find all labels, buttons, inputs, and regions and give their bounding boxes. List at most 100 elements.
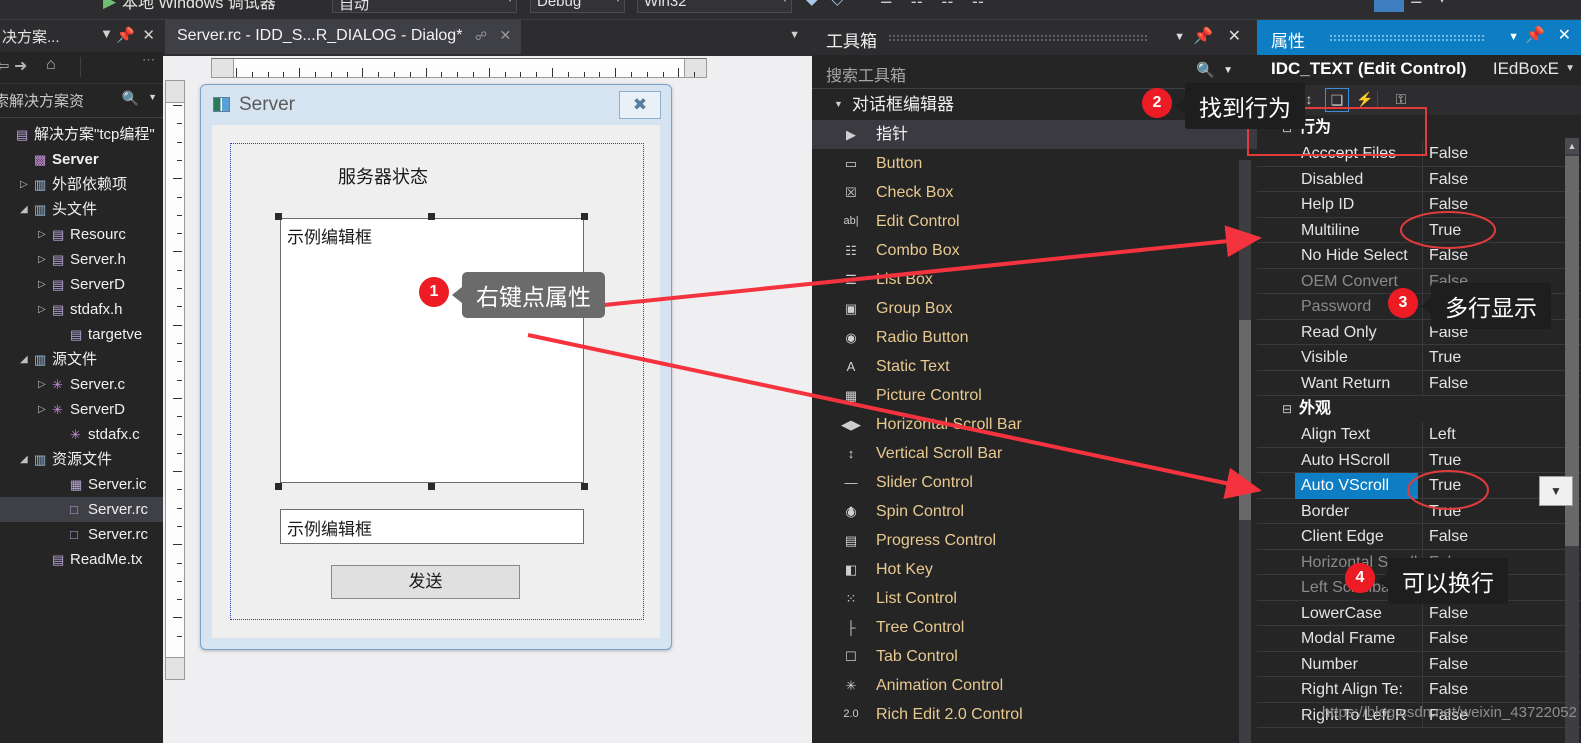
toolbox-item[interactable]: ☷ Combo Box: [812, 236, 1257, 265]
property-row[interactable]: No Hide Select False: [1257, 243, 1581, 269]
property-row[interactable]: Acccept Files False: [1257, 141, 1581, 167]
toolbox-item[interactable]: ab| Edit Control: [812, 207, 1257, 236]
toolbox-item[interactable]: ✳ Animation Control: [812, 671, 1257, 700]
send-button[interactable]: 发送: [331, 565, 520, 599]
property-row[interactable]: Right Align Te: False: [1257, 677, 1581, 703]
resize-handle-top-center[interactable]: [428, 213, 435, 220]
toolbox-item[interactable]: ⁙ List Control: [812, 584, 1257, 613]
platform-combo[interactable]: Win32: [637, 0, 792, 13]
property-row[interactable]: Auto HScroll True: [1257, 447, 1581, 473]
solution-explorer-search[interactable]: 索解决方案资 🔍 ▼: [0, 84, 163, 118]
tree-item[interactable]: ▷ ▤ stdafx.h: [0, 297, 163, 322]
toolbox-item[interactable]: ◉ Radio Button: [812, 323, 1257, 352]
resize-handle-top-left[interactable]: [275, 213, 282, 220]
toolbox-item[interactable]: ☒ Check Box: [812, 178, 1257, 207]
tree-item[interactable]: ▷ ✳ Server.c: [0, 372, 163, 397]
dialog-preview-window[interactable]: Server ✖ 服务器状态 示例编辑框 示例编辑框 发送: [200, 84, 672, 650]
toolbar-icon-group-3[interactable]: ☰▾: [1410, 0, 1462, 7]
toolbox-scrollbar-thumb[interactable]: [1239, 320, 1251, 520]
expander-open-icon[interactable]: ⊟: [1282, 396, 1292, 422]
config-combo[interactable]: 自动: [332, 0, 517, 13]
properties-category[interactable]: ⊟行为: [1257, 115, 1581, 141]
dialog-client-area[interactable]: 服务器状态 示例编辑框 示例编辑框 发送: [212, 125, 660, 638]
tree-item[interactable]: ▦ Server.ic: [0, 472, 163, 497]
multiline-edit-control[interactable]: 示例编辑框: [280, 218, 584, 483]
chevron-down-icon[interactable]: ▼: [789, 29, 800, 41]
toolbox-item[interactable]: ☐ Tab Control: [812, 642, 1257, 671]
tree-item[interactable]: ◢ ▥ 资源文件: [0, 447, 163, 472]
toolbox-item[interactable]: ├ Tree Control: [812, 613, 1257, 642]
resize-handle-bottom-right[interactable]: [581, 483, 588, 490]
chevron-down-icon[interactable]: ▼: [1174, 31, 1185, 43]
property-value[interactable]: True: [1425, 218, 1557, 244]
property-value[interactable]: False: [1425, 677, 1557, 703]
tree-item[interactable]: ▩ Server: [0, 147, 163, 172]
toolbar-icon-group-1[interactable]: ◆◇: [806, 0, 857, 8]
events-lightning-icon[interactable]: ⚡: [1353, 88, 1377, 112]
property-row[interactable]: Border True: [1257, 498, 1581, 525]
expander-closed-icon[interactable]: ▷: [38, 297, 46, 322]
expander-closed-icon[interactable]: ▷: [38, 397, 46, 422]
property-value[interactable]: False: [1425, 167, 1557, 193]
static-text-server-status[interactable]: 服务器状态: [338, 163, 428, 189]
property-row[interactable]: Align Text Left: [1257, 422, 1581, 448]
property-value[interactable]: False: [1425, 141, 1557, 167]
toolbox-item[interactable]: A Static Text: [812, 352, 1257, 381]
expander-closed-icon[interactable]: ▷: [38, 272, 46, 297]
close-icon[interactable]: ✕: [1228, 26, 1241, 46]
pin-icon[interactable]: ☍: [475, 29, 487, 43]
search-input[interactable]: 搜索工具箱: [826, 62, 906, 86]
close-icon[interactable]: ✖: [619, 91, 661, 119]
property-value[interactable]: False: [1425, 626, 1557, 652]
tree-item[interactable]: □ Server.rc: [0, 497, 163, 522]
property-value[interactable]: False: [1425, 601, 1557, 627]
toolbox-item[interactable]: —◉ Slider Control: [812, 468, 1257, 519]
toolbox-item[interactable]: ▣ Group Box: [812, 294, 1257, 323]
close-icon[interactable]: ✕: [1558, 25, 1571, 45]
resize-handle-bottom-center[interactable]: [428, 483, 435, 490]
home-icon[interactable]: ⌂: [46, 56, 56, 74]
chevron-down-icon[interactable]: ▼: [1565, 63, 1575, 74]
expander-closed-icon[interactable]: ▷: [38, 222, 46, 247]
ruler-handle-bottom[interactable]: [166, 657, 184, 679]
property-row[interactable]: Auto VScroll True: [1257, 473, 1581, 499]
property-row[interactable]: Number False: [1257, 651, 1581, 677]
chevron-down-icon[interactable]: ▼: [1223, 65, 1233, 76]
run-debugger-button[interactable]: 本地 Windows 调试器: [122, 0, 276, 13]
tab-server-rc[interactable]: Server.rc - IDD_S...R_DIALOG - Dialog* ☍…: [165, 20, 522, 54]
expander-closed-icon[interactable]: ▷: [20, 172, 28, 197]
toolbox-item[interactable]: ↕ Vertical Scroll Bar: [812, 439, 1257, 468]
property-value[interactable]: False: [1425, 243, 1557, 269]
property-row[interactable]: Visible True: [1257, 345, 1581, 371]
singleline-edit-control[interactable]: 示例编辑框: [280, 509, 584, 544]
toolbox-item[interactable]: 2.0 Rich Edit 2.0 Control: [812, 700, 1257, 729]
toolbox-item[interactable]: ⬍ Spin Control: [812, 497, 1257, 526]
search-input[interactable]: 索解决方案资: [0, 90, 84, 111]
toolbox-item[interactable]: ▤ Progress Control: [812, 526, 1257, 555]
search-icon[interactable]: 🔍: [122, 90, 139, 107]
ruler-handle-left[interactable]: [212, 59, 234, 77]
tree-item[interactable]: ◢ ▥ 源文件: [0, 347, 163, 372]
pin-icon[interactable]: 📌: [1193, 26, 1213, 46]
property-value[interactable]: False: [1425, 524, 1557, 550]
toolbox-item[interactable]: ◧ Hot Key: [812, 555, 1257, 584]
property-value[interactable]: False: [1425, 371, 1557, 397]
messages-key-icon[interactable]: ⚿: [1389, 88, 1413, 112]
back-arrow-icon[interactable]: ⇦: [0, 56, 9, 76]
designer-surface[interactable]: Server ✖ 服务器状态 示例编辑框 示例编辑框 发送: [163, 56, 812, 743]
run-play-icon[interactable]: ▶: [103, 0, 116, 12]
close-icon[interactable]: ✕: [142, 26, 155, 44]
property-row[interactable]: Want Return False: [1257, 370, 1581, 397]
expander-closed-icon[interactable]: ▷: [38, 372, 46, 397]
properties-page-icon[interactable]: ❑: [1325, 88, 1349, 112]
toolbar-icon-group-2[interactable]: ☰☷☵☷: [880, 0, 1002, 7]
drag-grip[interactable]: [1329, 34, 1486, 42]
build-configuration-combo[interactable]: Debug: [530, 0, 625, 13]
property-row[interactable]: LowerCase False: [1257, 600, 1581, 627]
toolbar-active-icon[interactable]: [1374, 0, 1404, 12]
resize-handle-bottom-left[interactable]: [275, 483, 282, 490]
pin-icon[interactable]: 📌: [1525, 25, 1545, 45]
property-value[interactable]: True: [1425, 499, 1557, 525]
pin-icon[interactable]: 📌: [116, 26, 135, 44]
expander-open-icon[interactable]: ◢: [20, 447, 28, 472]
